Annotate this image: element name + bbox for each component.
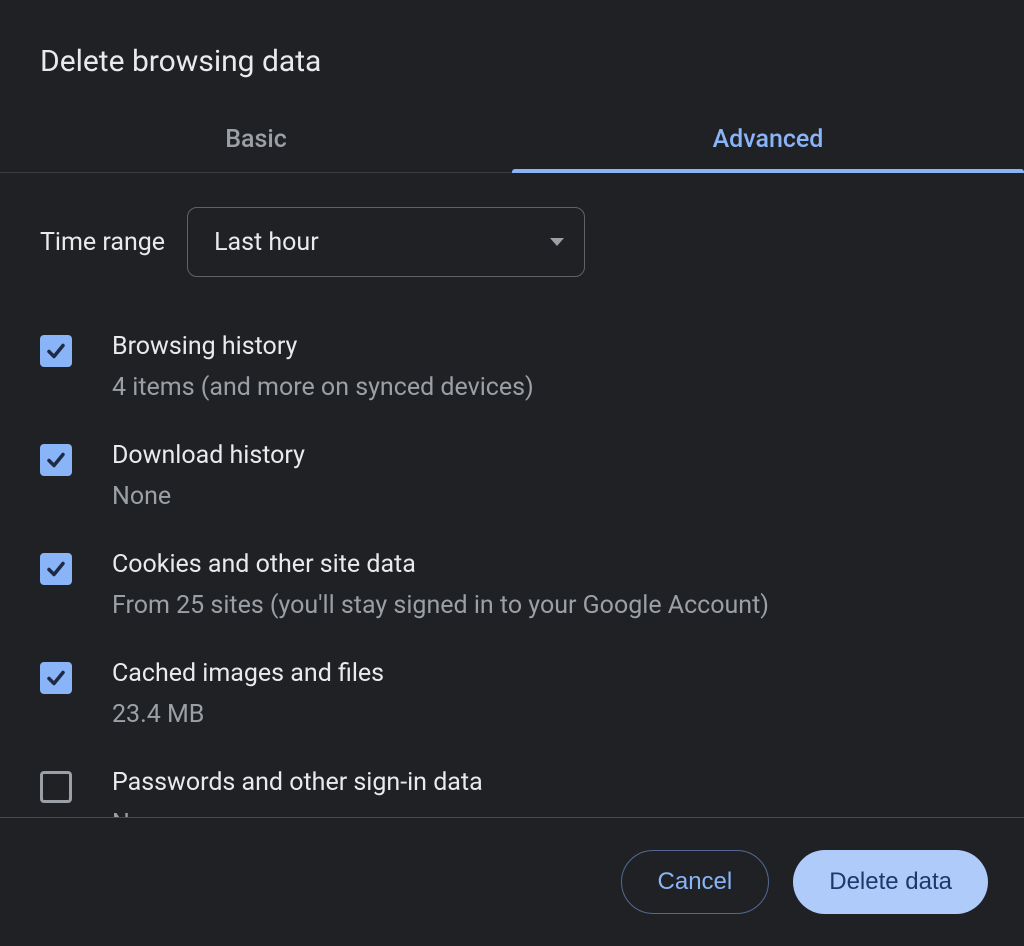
caret-down-icon bbox=[550, 238, 564, 246]
option-text: Cached images and files 23.4 MB bbox=[112, 658, 384, 731]
option-title: Cached images and files bbox=[112, 658, 384, 691]
option-desc: None bbox=[112, 808, 483, 818]
dialog-content: Time range Last hour Browsing history 4 … bbox=[0, 173, 1024, 817]
option-passwords: Passwords and other sign-in data None bbox=[40, 749, 984, 817]
timerange-label: Time range bbox=[40, 228, 165, 257]
checkbox-download-history[interactable] bbox=[40, 444, 72, 476]
checkbox-passwords[interactable] bbox=[40, 771, 72, 803]
option-download-history: Download history None bbox=[40, 422, 984, 531]
tab-advanced[interactable]: Advanced bbox=[512, 107, 1024, 172]
checkbox-cookies[interactable] bbox=[40, 553, 72, 585]
checkmark-icon bbox=[44, 339, 68, 363]
options-list: Browsing history 4 items (and more on sy… bbox=[40, 307, 984, 817]
timerange-value: Last hour bbox=[214, 228, 319, 257]
option-text: Passwords and other sign-in data None bbox=[112, 767, 483, 817]
cancel-button[interactable]: Cancel bbox=[621, 850, 770, 914]
checkmark-icon bbox=[44, 448, 68, 472]
option-text: Cookies and other site data From 25 site… bbox=[112, 549, 769, 622]
checkbox-cached[interactable] bbox=[40, 662, 72, 694]
tab-basic-label: Basic bbox=[225, 125, 287, 154]
option-cookies: Cookies and other site data From 25 site… bbox=[40, 531, 984, 640]
option-title: Cookies and other site data bbox=[112, 549, 769, 582]
option-title: Passwords and other sign-in data bbox=[112, 767, 483, 800]
option-title: Browsing history bbox=[112, 331, 534, 364]
option-browsing-history: Browsing history 4 items (and more on sy… bbox=[40, 313, 984, 422]
option-desc: 4 items (and more on synced devices) bbox=[112, 372, 534, 405]
checkbox-browsing-history[interactable] bbox=[40, 335, 72, 367]
option-text: Download history None bbox=[112, 440, 305, 513]
option-title: Download history bbox=[112, 440, 305, 473]
tab-advanced-label: Advanced bbox=[713, 125, 824, 154]
delete-data-button[interactable]: Delete data bbox=[793, 850, 988, 914]
option-desc: 23.4 MB bbox=[112, 699, 384, 732]
dialog-title: Delete browsing data bbox=[0, 0, 1024, 107]
option-desc: From 25 sites (you'll stay signed in to … bbox=[112, 590, 769, 623]
tab-basic[interactable]: Basic bbox=[0, 107, 512, 172]
delete-browsing-data-dialog: Delete browsing data Basic Advanced Time… bbox=[0, 0, 1024, 946]
dialog-footer: Cancel Delete data bbox=[0, 817, 1024, 946]
checkmark-icon bbox=[44, 557, 68, 581]
timerange-row: Time range Last hour bbox=[40, 197, 984, 307]
option-desc: None bbox=[112, 481, 305, 514]
checkmark-icon bbox=[44, 666, 68, 690]
option-cached: Cached images and files 23.4 MB bbox=[40, 640, 984, 749]
tabs: Basic Advanced bbox=[0, 107, 1024, 173]
timerange-select[interactable]: Last hour bbox=[187, 207, 585, 277]
option-text: Browsing history 4 items (and more on sy… bbox=[112, 331, 534, 404]
